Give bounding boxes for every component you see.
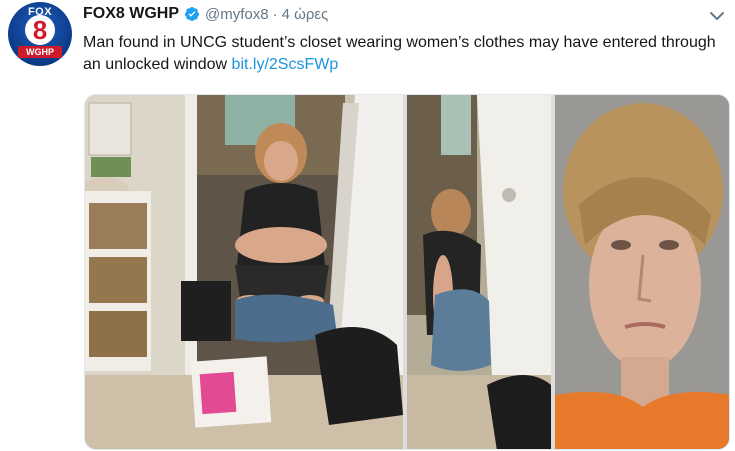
author-handle[interactable]: @myfox8 [205, 6, 269, 23]
bag-photo-image [407, 95, 551, 449]
avatar-logo-number: 8 [25, 15, 55, 45]
chevron-down-icon[interactable] [709, 10, 725, 22]
tweet-timestamp[interactable]: 4 ώρες [282, 6, 329, 23]
tweet-header: FOX8 WGHP @myfox8 · 4 ώρες [83, 4, 328, 24]
avatar-logo-call: WGHP [18, 46, 62, 58]
verified-badge-icon [185, 7, 200, 21]
tweet-text: Man found in UNCG student’s closet weari… [83, 32, 723, 76]
tweet-link[interactable]: bit.ly/2ScsFWp [232, 56, 339, 73]
tweet-body: Man found in UNCG student’s closet weari… [83, 34, 716, 73]
mugshot-photo-image [555, 95, 729, 449]
author-name[interactable]: FOX8 WGHP [83, 5, 179, 23]
avatar[interactable]: FOX 8 WGHP [8, 2, 72, 66]
media-photo-closet[interactable] [85, 95, 403, 449]
media-photo-bag[interactable] [407, 95, 551, 449]
closet-photo-image [85, 95, 403, 449]
tweet-card[interactable]: FOX 8 WGHP FOX8 WGHP @myfox8 · 4 ώρες Ma… [0, 0, 735, 451]
tweet-media[interactable] [84, 94, 730, 450]
media-photo-mugshot[interactable] [555, 95, 729, 449]
separator-dot: · [272, 5, 278, 23]
